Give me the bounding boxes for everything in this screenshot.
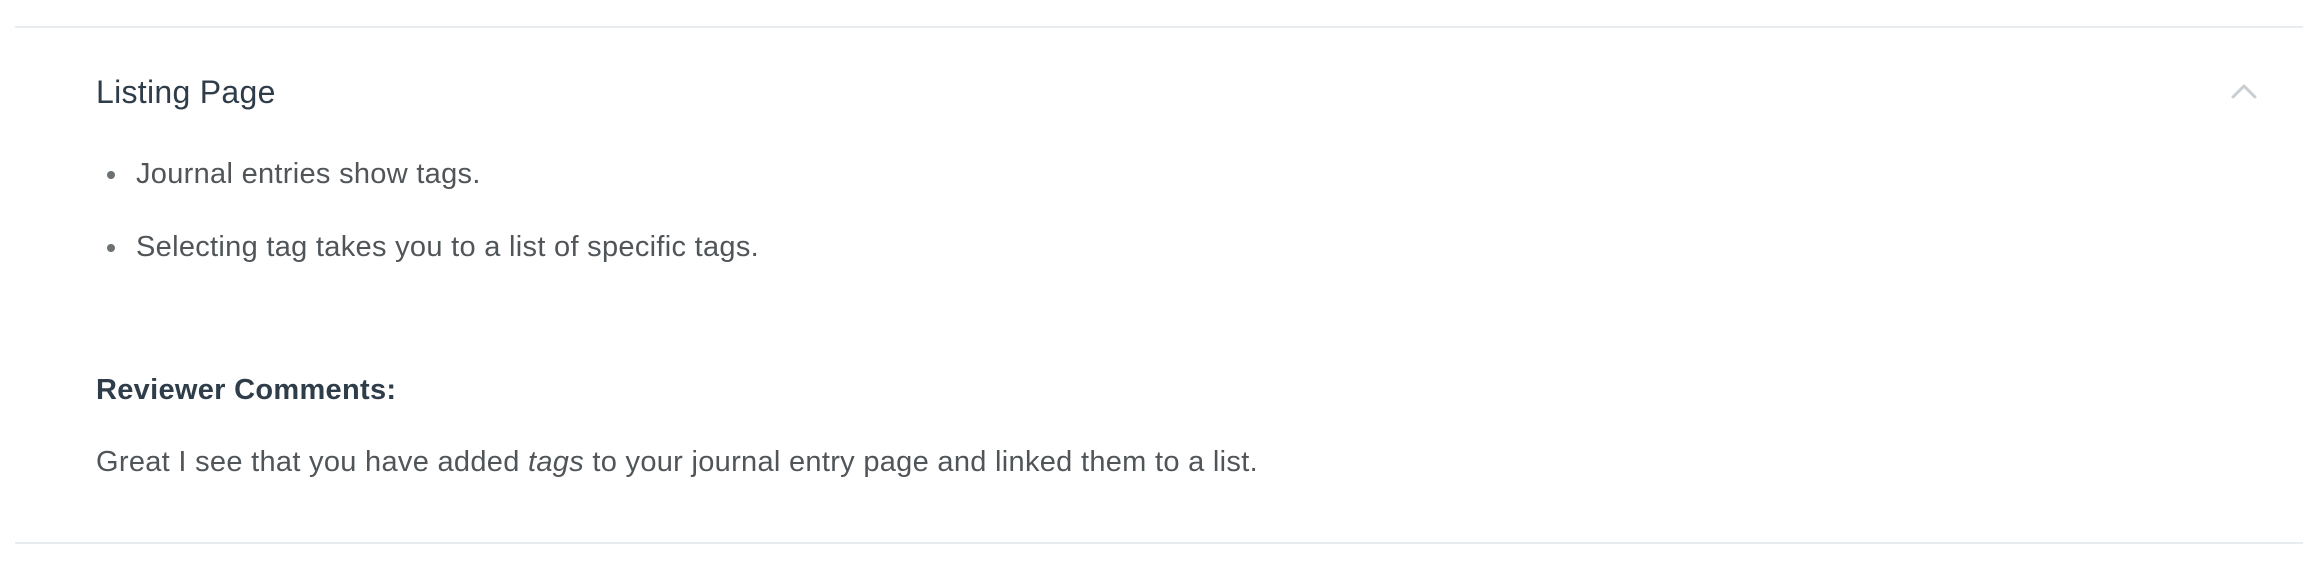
criteria-item-text: Selecting tag takes you to a list of spe…	[136, 231, 760, 263]
section-title: Listing Page	[96, 74, 276, 110]
collapse-toggle-button[interactable]	[2224, 74, 2264, 108]
reviewer-comment-text-end: to your journal entry page and linked th…	[584, 446, 1258, 478]
chevron-up-icon	[2231, 84, 2257, 99]
reviewer-comments-heading: Reviewer Comments:	[96, 374, 397, 406]
review-page: Listing Page Journal entries show tags. …	[0, 0, 2318, 564]
section-header[interactable]: Listing Page	[96, 64, 2276, 120]
rubric-section: Listing Page Journal entries show tags. …	[96, 64, 2276, 478]
reviewer-comment-text-start: Great I see that you have added	[96, 446, 528, 478]
top-divider	[15, 26, 2303, 28]
bullet-icon	[107, 171, 115, 179]
bottom-divider	[15, 542, 2303, 544]
criteria-item: Journal entries show tags.	[96, 156, 759, 192]
reviewer-comment: Great I see that you have added tags to …	[96, 446, 1258, 479]
reviewer-comment-emphasis: tags	[528, 446, 585, 478]
criteria-item: Selecting tag takes you to a list of spe…	[96, 229, 759, 265]
bullet-icon	[107, 244, 115, 252]
criteria-list: Journal entries show tags. Selecting tag…	[96, 156, 759, 302]
criteria-item-text: Journal entries show tags.	[136, 158, 481, 190]
